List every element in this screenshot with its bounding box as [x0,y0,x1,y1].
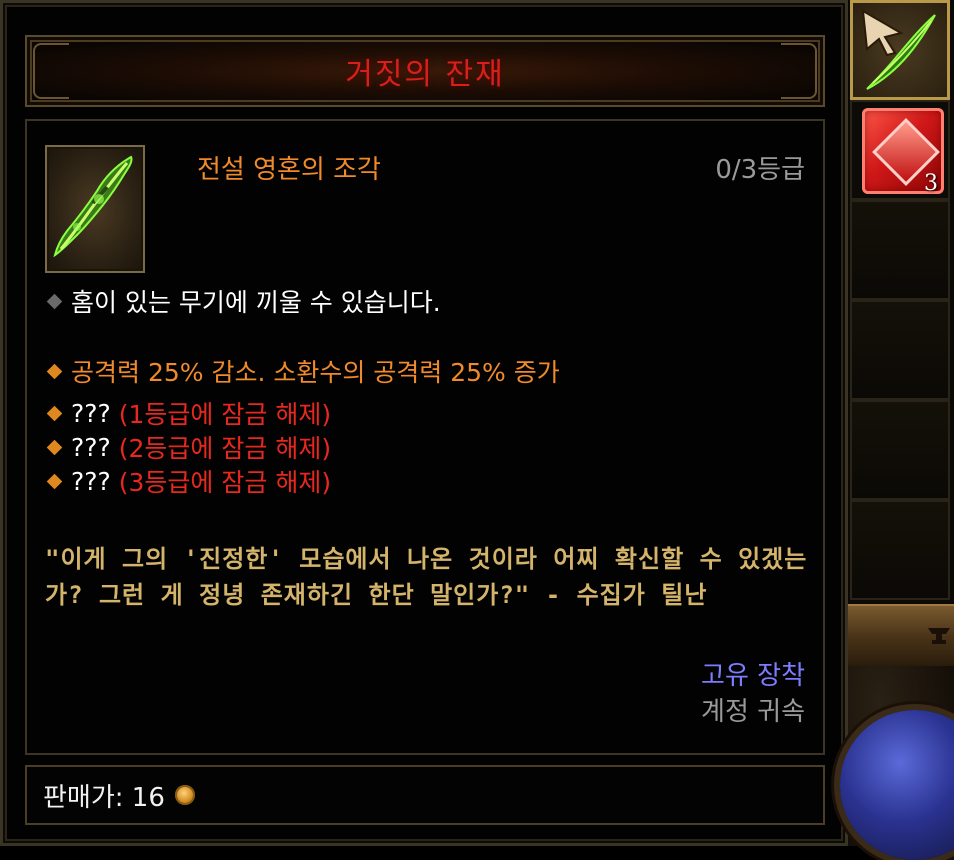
item-rank: 0/3등급 [715,155,805,185]
anvil-icon[interactable] [926,624,954,646]
unique-equip-label: 고유 장착 [701,661,805,691]
property-text: 홈이 있는 무기에 끼울 수 있습니다. [71,288,441,317]
property-unknown: ??? [71,466,111,496]
orange-bullet-icon [46,473,63,489]
inventory-slot-gem[interactable]: 3 [850,100,950,200]
tooltip-body: 전설 영혼의 조각 0/3등급 홈이 있는 무기에 끼울 수 있습니다. 공격력… [25,119,825,755]
property-lock-text: (3등급에 잠금 해제) [118,468,332,497]
inventory-slot-empty[interactable] [850,500,950,600]
property-socketable: 홈이 있는 무기에 끼울 수 있습니다. [45,283,441,319]
property-unknown: ??? [71,432,111,462]
property-legendary-effect: 공격력 25% 감소. 소환수의 공격력 25% 증가 [45,353,560,389]
sell-price: 판매가: 16 [43,782,165,813]
property-locked-rank3: ??? (3등급에 잠금 해제) [45,463,331,499]
inventory-slot-selected-shard[interactable] [850,0,950,100]
property-locked-rank1: ??? (1등급에 잠금 해제) [45,395,331,431]
inventory-side-panel: 3 [840,0,954,860]
orange-bullet-icon [46,405,63,421]
tooltip-title-bar: 거짓의 잔재 [25,35,825,107]
property-unknown: ??? [71,398,111,428]
item-shard-icon [45,145,145,273]
gold-coin-icon [174,785,195,805]
property-lock-text: (1등급에 잠금 해제) [118,400,332,429]
orange-bullet-icon [46,439,63,455]
inventory-slot-empty[interactable] [850,300,950,400]
orange-bullet-icon [46,363,63,379]
grey-bullet-icon [46,293,63,309]
cursor-icon [861,9,904,57]
account-bound-label: 계정 귀속 [701,697,805,727]
resource-orb [840,710,954,860]
inventory-slot-empty[interactable] [850,400,950,500]
flavor-text: "이게 그의 '진정한' 모습에서 나온 것이라 어찌 확신할 수 있겠는가? … [45,545,808,609]
item-name: 전설 영혼의 조각 [197,155,381,185]
resource-orb-area [840,666,954,860]
property-lock-text: (2등급에 잠금 해제) [118,434,332,463]
inventory-slot-empty[interactable] [850,200,950,300]
gem-stack-count: 3 [924,171,938,196]
item-tooltip: 거짓의 잔재 전설 영혼의 조각 0/3등급 홈이 있는 무기에 끼울 수 있습… [0,0,848,846]
sell-price-bar: 판매가: 16 [25,765,825,825]
property-locked-rank2: ??? (2등급에 잠금 해제) [45,429,331,465]
item-title: 거짓의 잔재 [345,57,505,92]
inventory-bottom-bar [848,604,954,668]
property-text: 공격력 25% 감소. 소환수의 공격력 25% 증가 [71,358,560,387]
